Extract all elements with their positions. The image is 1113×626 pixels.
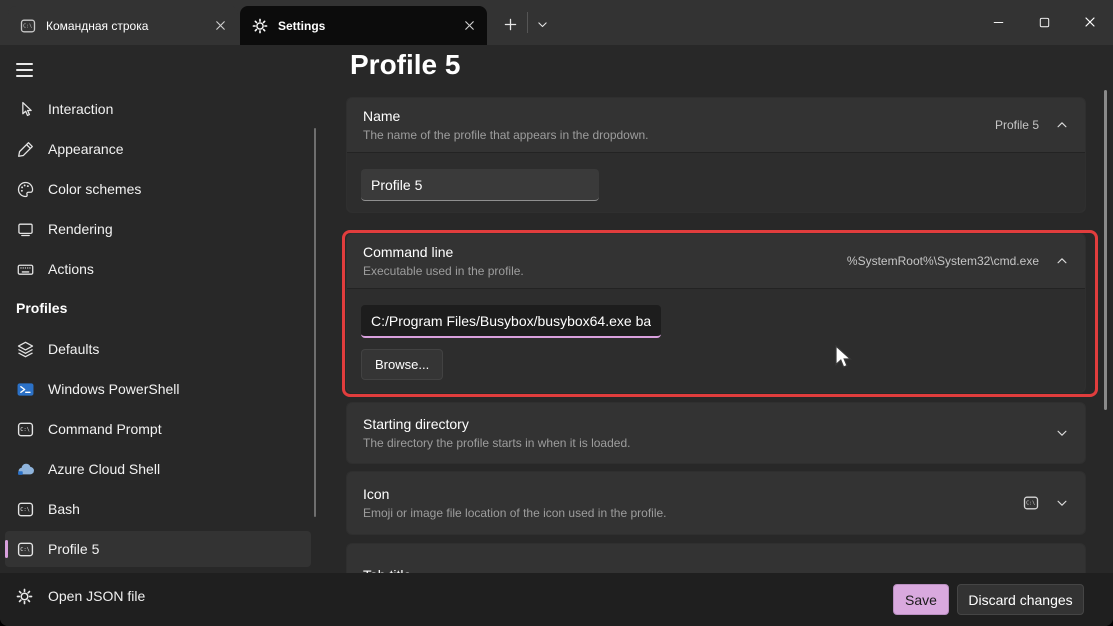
new-tab-button[interactable] xyxy=(495,9,525,39)
tab-settings[interactable]: Settings xyxy=(240,6,487,45)
commandline-header-value: %SystemRoot%\System32\cmd.exe xyxy=(847,254,1039,268)
settings-footer: Open JSON file Save Discard changes xyxy=(0,573,1113,626)
chevron-down-icon[interactable] xyxy=(1055,426,1069,440)
sidebar-item-azure-cloud-shell[interactable]: Azure Cloud Shell xyxy=(5,451,311,487)
maximize-icon xyxy=(1037,15,1052,30)
cmd-icon xyxy=(1023,495,1039,511)
powershell-icon xyxy=(17,381,34,398)
close-icon xyxy=(1082,14,1098,30)
commandline-subtitle: Executable used in the profile. xyxy=(363,264,847,278)
icon-expander-header[interactable]: Icon Emoji or image file location of the… xyxy=(347,472,1085,534)
commandline-expander-header[interactable]: Command line Executable used in the prof… xyxy=(347,234,1085,288)
tabtitle-expander-header[interactable]: Tab title xyxy=(347,544,1085,573)
startdir-subtitle: The directory the profile starts in when… xyxy=(363,436,1055,450)
icon-section-card: Icon Emoji or image file location of the… xyxy=(346,471,1086,535)
discard-changes-button[interactable]: Discard changes xyxy=(957,584,1084,615)
navigation-menu-button[interactable] xyxy=(8,53,48,87)
windows-terminal-settings-window: Командная строка Settings Interaction Ap… xyxy=(0,0,1113,626)
sidebar-item-profile-5[interactable]: Profile 5 xyxy=(5,531,311,567)
sidebar-item-color-schemes[interactable]: Color schemes xyxy=(5,171,311,207)
keyboard-icon xyxy=(17,261,34,278)
name-subtitle: The name of the profile that appears in … xyxy=(363,128,995,142)
settings-sidebar: Interaction Appearance Color schemes Ren… xyxy=(0,45,330,573)
icon-title: Icon xyxy=(363,486,1023,502)
settings-main-panel: Profile 5 Name The name of the profile t… xyxy=(330,45,1113,573)
name-section-card: Name The name of the profile that appear… xyxy=(346,97,1086,213)
startdir-expander-header[interactable]: Starting directory The directory the pro… xyxy=(347,403,1085,463)
sidebar-item-appearance[interactable]: Appearance xyxy=(5,131,311,167)
gear-icon xyxy=(252,18,268,34)
sidebar-item-interaction[interactable]: Interaction xyxy=(5,91,311,127)
browse-button[interactable]: Browse... xyxy=(361,349,443,380)
page-title: Profile 5 xyxy=(350,49,460,81)
minimize-icon xyxy=(991,15,1006,30)
tab-label: Командная строка xyxy=(46,19,210,33)
cursor-icon xyxy=(17,101,34,118)
selected-accent-bar xyxy=(5,540,8,558)
layers-icon xyxy=(17,341,34,358)
name-title: Name xyxy=(363,108,995,124)
commandline-expander-content: Browse... xyxy=(347,288,1085,392)
close-icon xyxy=(213,18,228,33)
save-button[interactable]: Save xyxy=(893,584,949,615)
tab-label: Settings xyxy=(278,19,459,33)
chevron-down-icon xyxy=(536,18,549,31)
sidebar-item-windows-powershell[interactable]: Windows PowerShell xyxy=(5,371,311,407)
chevron-up-icon[interactable] xyxy=(1055,254,1069,268)
tabbar-divider xyxy=(527,12,528,33)
close-window-button[interactable] xyxy=(1067,0,1113,44)
main-scrollbar[interactable] xyxy=(1104,90,1107,410)
sidebar-item-bash[interactable]: Bash xyxy=(5,491,311,527)
cmd-icon xyxy=(17,541,34,558)
minimize-button[interactable] xyxy=(975,0,1021,44)
maximize-button[interactable] xyxy=(1021,0,1067,44)
gear-icon xyxy=(16,588,33,605)
profiles-section-header: Profiles xyxy=(16,300,67,316)
cloud-icon xyxy=(17,461,34,478)
tab-bar: Командная строка Settings xyxy=(0,0,1113,45)
monitor-icon xyxy=(17,221,34,238)
hamburger-icon xyxy=(16,63,33,77)
sidebar-item-command-prompt[interactable]: Command Prompt xyxy=(5,411,311,447)
commandline-title: Command line xyxy=(363,244,847,260)
tab-command-prompt[interactable]: Командная строка xyxy=(8,6,238,45)
commandline-section-card: Command line Executable used in the prof… xyxy=(346,233,1086,393)
icon-subtitle: Emoji or image file location of the icon… xyxy=(363,506,1023,520)
chevron-down-icon[interactable] xyxy=(1055,496,1069,510)
open-json-label: Open JSON file xyxy=(48,588,145,604)
sidebar-item-rendering[interactable]: Rendering xyxy=(5,211,311,247)
commandline-input[interactable] xyxy=(361,305,661,338)
brush-icon xyxy=(17,141,34,158)
cmd-icon xyxy=(17,421,34,438)
name-input[interactable] xyxy=(361,169,599,201)
cmd-icon xyxy=(20,18,36,34)
palette-icon xyxy=(17,181,34,198)
name-expander-header[interactable]: Name The name of the profile that appear… xyxy=(347,98,1085,152)
close-icon xyxy=(462,18,477,33)
tab-close-button[interactable] xyxy=(210,16,230,36)
plus-icon xyxy=(502,16,519,33)
sidebar-item-actions[interactable]: Actions xyxy=(5,251,311,287)
name-expander-content xyxy=(347,152,1085,212)
tab-dropdown-button[interactable] xyxy=(529,9,555,39)
tab-close-button[interactable] xyxy=(459,16,479,36)
cmd-icon xyxy=(17,501,34,518)
name-header-value: Profile 5 xyxy=(995,118,1039,132)
sidebar-scrollbar[interactable] xyxy=(314,128,316,517)
startdir-title: Starting directory xyxy=(363,416,1055,432)
chevron-up-icon[interactable] xyxy=(1055,118,1069,132)
sidebar-item-defaults[interactable]: Defaults xyxy=(5,331,311,367)
open-json-file-button[interactable]: Open JSON file xyxy=(8,580,153,612)
startdir-section-card: Starting directory The directory the pro… xyxy=(346,402,1086,464)
tabtitle-section-card: Tab title xyxy=(346,543,1086,573)
